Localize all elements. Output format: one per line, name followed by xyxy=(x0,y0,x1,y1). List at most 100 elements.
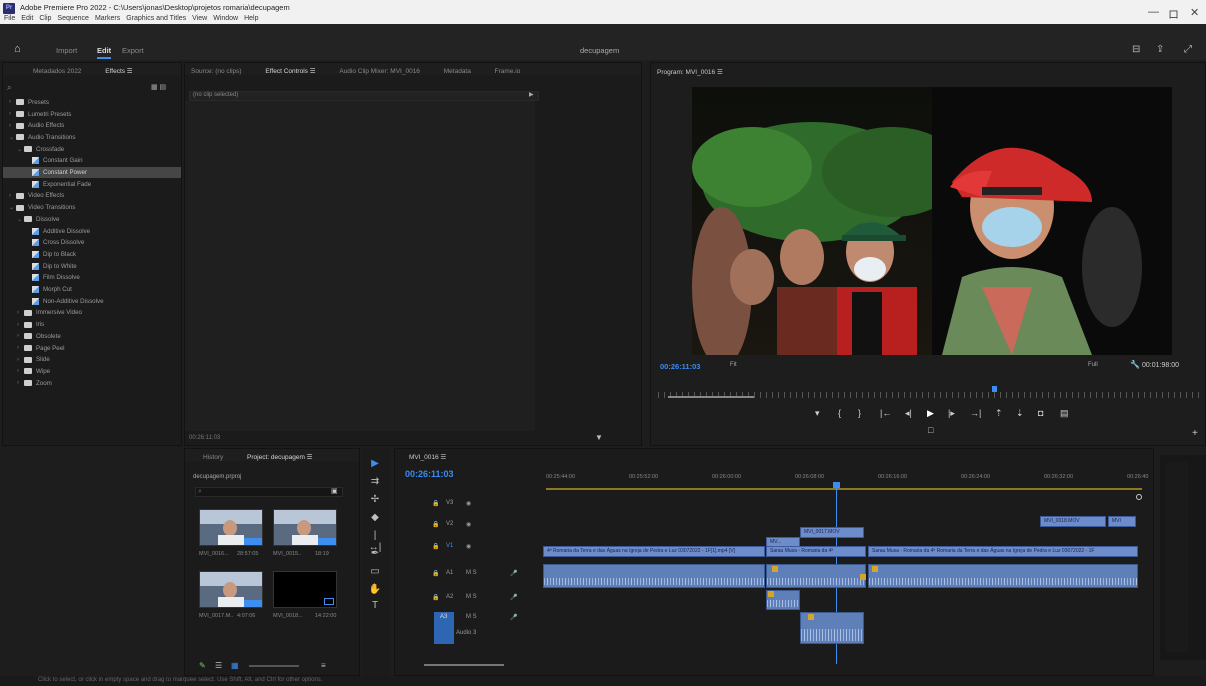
clip-v1-b[interactable]: Sarau Musa - Romaria da 4ª xyxy=(766,546,866,557)
disclosure-icon[interactable]: › xyxy=(9,99,16,105)
comparison-view-icon[interactable]: ▤ xyxy=(1060,408,1069,419)
effects-tree-item[interactable]: Film Dissolve xyxy=(3,273,181,284)
filter-icon[interactable]: ▼ xyxy=(595,433,603,442)
menu-markers[interactable]: Markers xyxy=(95,15,120,22)
add-marker-icon[interactable]: ▾ xyxy=(815,408,820,419)
ripple-edit-tool-icon[interactable]: ✢ xyxy=(368,494,382,506)
effects-tree-item[interactable]: › Wipe xyxy=(3,366,181,377)
hand-tool-icon[interactable]: ✋ xyxy=(368,584,382,596)
lift-icon[interactable]: ⇡ xyxy=(995,408,1003,419)
tab-audio-clip-mixer[interactable]: Audio Clip Mixer: MVI_0016 xyxy=(339,68,420,75)
clip-v3-b[interactable]: MVI xyxy=(1108,516,1136,527)
selection-tool-icon[interactable]: ▶ xyxy=(368,458,382,470)
effects-tree-item[interactable]: Morph Cut xyxy=(3,284,181,295)
clip-thumbnail-2[interactable] xyxy=(273,509,337,546)
button-editor-icon[interactable]: + xyxy=(1192,428,1198,439)
effects-tree-item[interactable]: › Zoom xyxy=(3,378,181,389)
mark-out-icon[interactable]: } xyxy=(858,408,861,418)
mic-icon[interactable]: 🎤 xyxy=(510,614,517,621)
tab-export[interactable]: Export xyxy=(122,46,144,55)
menu-help[interactable]: Help xyxy=(244,15,258,22)
clip-v1-a[interactable]: 4ª Romaria da Terra e das Águas na Igrej… xyxy=(543,546,765,557)
clip-v1-c[interactable]: Sarau Musa - Romaria da 4ª Romaria da Te… xyxy=(868,546,1138,557)
zoom-scrollbar[interactable] xyxy=(668,396,754,398)
disclosure-icon[interactable]: › xyxy=(17,368,24,374)
audio-clip-a1-c[interactable] xyxy=(868,564,1138,588)
go-to-out-icon[interactable]: →| xyxy=(970,408,981,418)
effects-tree-item[interactable]: › Video Effects xyxy=(3,191,181,202)
clip-thumbnail-3[interactable] xyxy=(199,571,263,608)
tab-edit[interactable]: Edit xyxy=(97,46,112,59)
menu-edit[interactable]: Edit xyxy=(21,15,33,22)
icon-view-icon[interactable]: ▦ xyxy=(231,661,239,670)
clip-v3-a[interactable]: MVI_0018.MOV xyxy=(1040,516,1106,527)
tab-import[interactable]: Import xyxy=(56,46,77,55)
effects-tree-item[interactable]: › Lumetri Presets xyxy=(3,109,181,120)
mute-icon[interactable]: M S xyxy=(466,594,477,600)
program-monitor-label[interactable]: Program: MVI_0016 ☰ xyxy=(657,68,723,76)
disclosure-icon[interactable]: › xyxy=(17,310,24,316)
playhead-handle[interactable] xyxy=(833,482,840,488)
effects-tree-item[interactable]: Additive Dissolve xyxy=(3,226,181,237)
new-bin-icon-project[interactable]: ▣ xyxy=(331,487,338,495)
extract-icon[interactable]: ⇣ xyxy=(1016,408,1024,419)
tab-source[interactable]: Source: (no clips) xyxy=(191,68,242,75)
program-timecode[interactable]: 00:26:11:03 xyxy=(660,362,700,371)
menu-graphics[interactable]: Graphics and Titles xyxy=(126,15,186,22)
disclosure-icon[interactable]: › xyxy=(9,123,16,129)
tab-history[interactable]: History xyxy=(203,454,223,461)
effects-tree-item[interactable]: Cross Dissolve xyxy=(3,237,181,248)
quick-export-icon[interactable]: ⊟ xyxy=(1132,44,1140,55)
disclosure-icon[interactable]: › xyxy=(17,357,24,363)
timeline-timecode[interactable]: 00:26:11:03 xyxy=(405,469,454,479)
tab-metadata-ec[interactable]: Metadata xyxy=(444,68,471,75)
step-forward-icon[interactable]: |▸ xyxy=(948,408,955,419)
work-area-bar[interactable] xyxy=(546,488,1142,490)
effects-tree-item[interactable]: › Slide xyxy=(3,354,181,365)
export-frame-icon[interactable]: ◘ xyxy=(1038,408,1043,418)
audio-clip-a1-b[interactable] xyxy=(766,564,866,588)
effects-tree-item[interactable]: › Page Peel xyxy=(3,343,181,354)
list-view-icon[interactable]: ☰ xyxy=(215,661,222,670)
effects-tree-item[interactable]: ⌄ Crossfade xyxy=(3,144,181,155)
new-bin-icon[interactable]: ▦ ▤ xyxy=(151,83,175,91)
razor-tool-icon[interactable]: ◆ xyxy=(368,512,382,524)
project-search-input[interactable]: ⌕ xyxy=(195,487,343,497)
effects-tree-item[interactable]: › Audio Effects xyxy=(3,120,181,131)
lock-icon[interactable]: 🔒 xyxy=(432,594,439,601)
effects-tree-item[interactable]: ⌄ Dissolve xyxy=(3,214,181,225)
maximize-button[interactable]: ロ xyxy=(1168,6,1179,22)
effects-tree-item[interactable]: Non-Additive Dissolve xyxy=(3,296,181,307)
disclosure-icon[interactable]: ⌄ xyxy=(9,134,16,141)
disclosure-icon[interactable]: › xyxy=(9,193,16,199)
disclosure-icon[interactable]: › xyxy=(17,380,24,386)
tab-frameio[interactable]: Frame.io xyxy=(495,68,521,75)
menu-window[interactable]: Window xyxy=(213,15,238,22)
menu-file[interactable]: File xyxy=(4,15,15,22)
effects-tree-item[interactable]: › Presets xyxy=(3,97,181,108)
disclosure-icon[interactable]: › xyxy=(17,322,24,328)
menu-view[interactable]: View xyxy=(192,15,207,22)
menu-clip[interactable]: Clip xyxy=(39,15,51,22)
slip-tool-icon[interactable]: |↔| xyxy=(368,530,382,553)
track-select-tool-icon[interactable]: ⇉ xyxy=(368,476,382,488)
effects-tree-item[interactable]: Dip to White xyxy=(3,261,181,272)
eye-icon[interactable]: ◉ xyxy=(466,543,471,550)
clip-v2-a[interactable]: MVI_0017.MOV xyxy=(800,527,864,538)
sequence-tab[interactable]: MVI_0016 ☰ xyxy=(409,453,446,461)
mark-in-icon[interactable]: { xyxy=(838,408,841,418)
quality-dropdown[interactable]: Full xyxy=(1088,362,1098,368)
tab-metadata[interactable]: Metadados 2022 xyxy=(33,68,81,75)
tab-effect-controls[interactable]: Effect Controls ☰ xyxy=(265,67,315,75)
audio-clip-a1-a[interactable] xyxy=(543,564,765,588)
mute-icon[interactable]: M S xyxy=(466,614,477,620)
clip-thumbnail-1[interactable] xyxy=(199,509,263,546)
effects-tree-item[interactable]: Exponential Fade xyxy=(3,179,181,190)
effects-tree-item[interactable]: ⌄ Video Transitions xyxy=(3,202,181,213)
home-icon[interactable]: ⌂ xyxy=(14,43,21,55)
mic-icon[interactable]: 🎤 xyxy=(510,570,517,577)
lock-icon[interactable]: 🔒 xyxy=(432,500,439,507)
pen-tool-icon[interactable]: ✒ xyxy=(368,548,382,560)
play-button[interactable]: ▶ xyxy=(927,408,934,419)
type-tool-icon[interactable]: T xyxy=(368,600,382,612)
